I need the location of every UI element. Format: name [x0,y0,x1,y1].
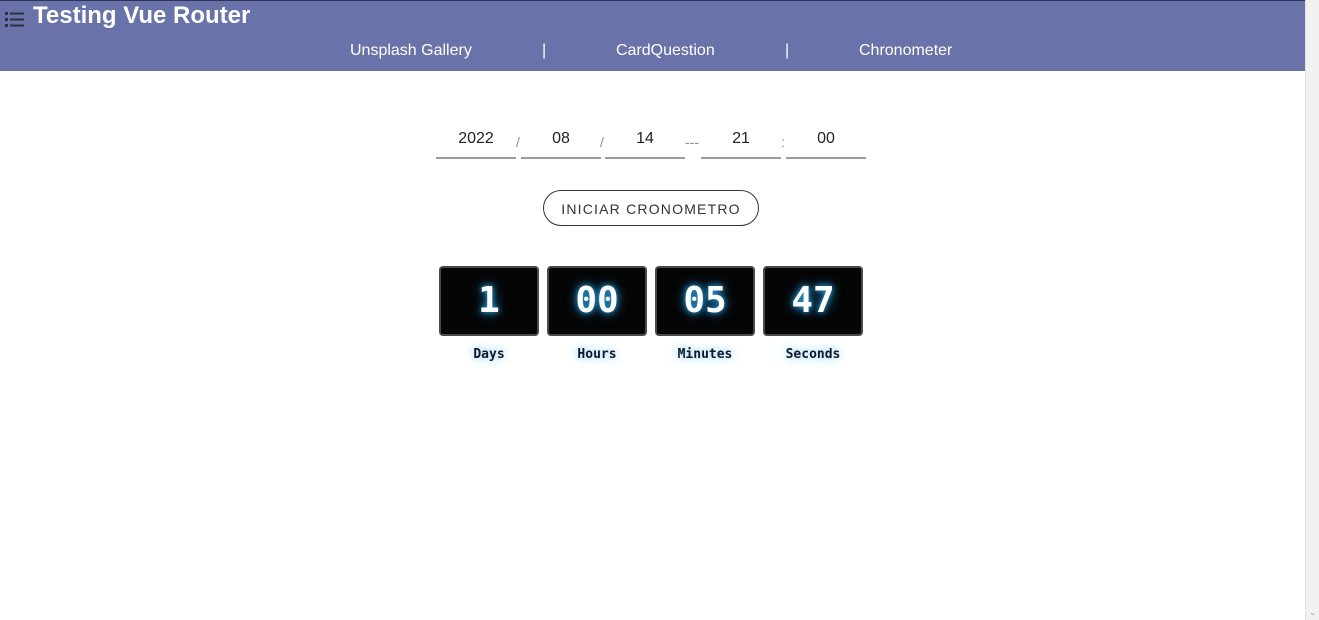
list-icon[interactable] [5,12,25,28]
seconds-value: 47 [791,280,835,321]
seconds-label: Seconds [785,347,841,362]
days-tile: 1 [439,266,539,336]
datetime-separator: --- [685,134,699,150]
seconds-tile: 47 [763,266,863,336]
nav-separator: | [785,42,790,59]
hours-tile: 00 [547,266,647,336]
nav-link-chronometer[interactable]: Chronometer [859,41,952,61]
hours-value: 00 [575,280,619,321]
year-input[interactable] [436,127,516,159]
start-chronometer-button[interactable]: INICIAR CRONOMETRO [543,190,759,226]
minute-input[interactable] [786,127,866,159]
scroll-down-arrow-icon[interactable]: ⌄ [1309,608,1317,618]
nav-link-cardquestion[interactable]: CardQuestion [616,41,715,61]
minutes-tile: 05 [655,266,755,336]
hour-input[interactable] [701,127,781,159]
date-separator: / [516,134,520,150]
app-header: Testing Vue Router Unsplash Gallery | Ca… [0,0,1305,71]
nav-separator: | [542,42,547,59]
days-label: Days [473,347,505,362]
nav-link-unsplash-gallery[interactable]: Unsplash Gallery [350,41,472,61]
vertical-scrollbar[interactable]: ⌄ [1305,0,1319,620]
month-input[interactable] [521,127,601,159]
app-title: Testing Vue Router [33,2,251,29]
date-separator: / [600,134,604,150]
day-input[interactable] [605,127,685,159]
minutes-value: 05 [683,280,727,321]
hours-label: Hours [577,347,617,362]
minutes-label: Minutes [677,347,733,362]
time-separator: : [781,134,785,150]
days-value: 1 [478,280,500,321]
